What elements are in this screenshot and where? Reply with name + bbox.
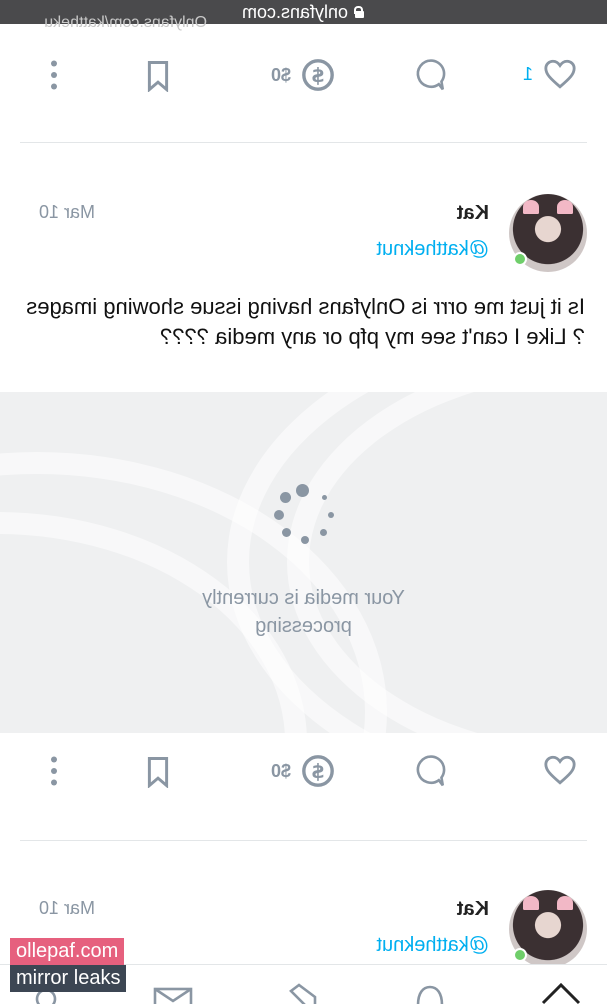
ghost-url-text: Onlyfans.com/kattheku bbox=[44, 14, 207, 31]
comment-icon bbox=[416, 59, 446, 91]
comment-icon bbox=[416, 755, 446, 787]
post-text: Is it just me orrr is Onlyfans having is… bbox=[26, 294, 585, 349]
tip-amount: $0 bbox=[270, 64, 291, 85]
loading-spinner-icon bbox=[273, 484, 337, 548]
svg-text:$: $ bbox=[311, 760, 325, 783]
post-date[interactable]: Mar 10 bbox=[39, 898, 95, 919]
media-processing-message: Your media is currently processing bbox=[202, 587, 405, 637]
notifications-icon[interactable] bbox=[413, 979, 447, 1004]
author-name[interactable]: Kat bbox=[457, 202, 489, 225]
more-icon bbox=[51, 756, 57, 786]
like-button[interactable] bbox=[543, 754, 577, 786]
svg-text:$: $ bbox=[311, 64, 325, 87]
post-date[interactable]: Mar 10 bbox=[39, 202, 95, 223]
like-group[interactable]: 1 bbox=[523, 58, 577, 90]
online-status-icon bbox=[513, 948, 527, 962]
tip-button[interactable]: $ $0 bbox=[271, 58, 335, 92]
post-divider bbox=[20, 840, 587, 841]
watermark-line1: ollepaf.com bbox=[10, 938, 125, 965]
home-icon[interactable] bbox=[541, 979, 581, 1004]
comment-button[interactable] bbox=[415, 58, 447, 92]
mail-icon[interactable] bbox=[153, 979, 193, 1004]
url-text: onlyfans.com bbox=[241, 1, 349, 22]
watermark-line2: mirror leaks bbox=[10, 965, 127, 992]
heart-icon bbox=[544, 755, 576, 785]
post-actions-previous: 1 $ $0 bbox=[0, 48, 607, 108]
online-status-icon bbox=[513, 252, 527, 266]
bookmark-button[interactable] bbox=[145, 60, 171, 92]
more-icon bbox=[51, 60, 57, 90]
dollar-icon: $ bbox=[302, 755, 334, 787]
bookmark-icon bbox=[147, 60, 169, 92]
author-handle[interactable]: @kattheknut bbox=[376, 238, 489, 261]
heart-icon bbox=[544, 59, 576, 89]
add-post-icon[interactable] bbox=[287, 979, 321, 1004]
tip-amount: $0 bbox=[270, 760, 291, 781]
post-actions-main: $ $0 bbox=[0, 744, 607, 804]
mirrored-screen: onlyfans.com Onlyfans.com/kattheku 1 $ $… bbox=[0, 0, 607, 1004]
author-name[interactable]: Kat bbox=[457, 898, 489, 921]
post-header: Kat @kattheknut Mar 10 bbox=[0, 190, 607, 280]
more-button[interactable] bbox=[49, 756, 59, 786]
post-divider bbox=[20, 142, 587, 143]
dollar-icon: $ bbox=[302, 59, 334, 91]
lock-icon bbox=[354, 6, 365, 18]
media-placeholder[interactable] bbox=[0, 392, 607, 733]
author-handle[interactable]: @kattheknut bbox=[376, 934, 489, 957]
bookmark-button[interactable] bbox=[145, 756, 171, 788]
tip-button[interactable]: $ $0 bbox=[271, 754, 335, 788]
comment-button[interactable] bbox=[415, 754, 447, 788]
more-button[interactable] bbox=[49, 60, 59, 90]
likes-count: 1 bbox=[522, 63, 533, 84]
bookmark-icon bbox=[147, 756, 169, 788]
